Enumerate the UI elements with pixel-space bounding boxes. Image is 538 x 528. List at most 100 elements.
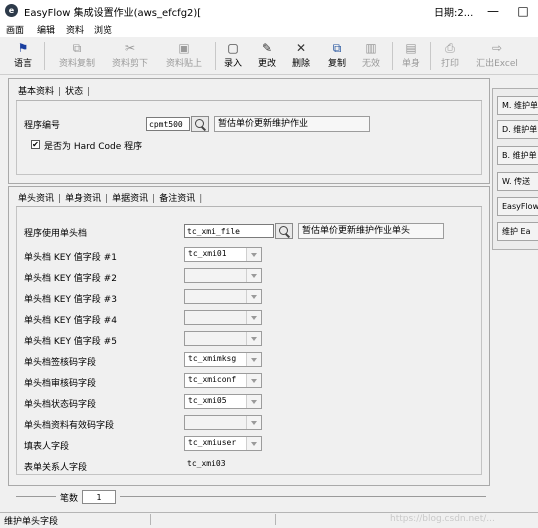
tab-header-info[interactable]: 单头资讯: [18, 191, 54, 204]
footer-divider: [16, 496, 56, 497]
duplicate-icon: ⧉: [332, 41, 342, 55]
footer-divider: [120, 496, 486, 497]
tab-document-info[interactable]: 单据资讯: [112, 191, 148, 204]
toolbar-print-button[interactable]: ⎙ 打印: [437, 40, 463, 72]
status-separator: [275, 514, 276, 525]
menu-bar: 画面 编辑 资料 浏览: [0, 22, 538, 37]
valid-code-label: 单头档资料有效码字段: [24, 421, 115, 431]
chevron-down-icon: [246, 290, 261, 303]
key-field-2-select[interactable]: [184, 268, 262, 283]
menu-item-edit[interactable]: 编辑: [37, 23, 55, 36]
chevron-down-icon: [246, 395, 261, 408]
toolbar-modify-button[interactable]: ✎ 更改: [254, 40, 280, 72]
minimize-button[interactable]: —: [482, 2, 504, 20]
filler-field-select[interactable]: tc_xmiuser: [184, 436, 262, 451]
paste-icon: ▣: [178, 41, 190, 55]
tab-status[interactable]: 状态: [65, 84, 83, 97]
title-bar: e EasyFlow 集成设置作业(aws_efcfg2)[ 日期:2... —…: [0, 0, 538, 23]
hardcode-checkbox[interactable]: ✔: [31, 140, 40, 149]
menu-item-screen[interactable]: 画面: [6, 23, 24, 36]
pencil-icon: ✎: [261, 41, 273, 55]
toolbar-language-button[interactable]: ⚑ 语言: [10, 40, 36, 72]
side-button-maintain-d[interactable]: D. 维护单: [497, 120, 538, 139]
flag-icon: ⚑: [17, 41, 29, 55]
filler-field-label: 填表人字段: [24, 442, 70, 452]
key-field-1-select[interactable]: tc_xmi01: [184, 247, 262, 262]
key-field-3-label: 单头档 KEY 值字段 #3: [24, 295, 117, 305]
maximize-button[interactable]: □: [512, 2, 534, 20]
toolbar-delete-button[interactable]: ✕ 删除: [288, 40, 314, 72]
date-label: 日期:2...: [434, 8, 474, 19]
confirm-code-label: 单头档审核码字段: [24, 379, 97, 389]
status-code-label: 单头档状态码字段: [24, 400, 97, 410]
chevron-down-icon: [246, 353, 261, 366]
key-field-2-label: 单头档 KEY 值字段 #2: [24, 274, 117, 284]
program-id-input[interactable]: [146, 117, 190, 131]
status-text: 维护单头字段: [4, 517, 59, 527]
key-field-4-select[interactable]: [184, 310, 262, 325]
toolbar-cut-data-button[interactable]: ✂ 资料剪下: [106, 40, 154, 72]
valid-code-select[interactable]: [184, 415, 262, 430]
export-excel-icon: ⇨: [491, 41, 503, 55]
toolbar-detail-button[interactable]: ▤ 单身: [398, 40, 424, 72]
toolbar-export-excel-button[interactable]: ⇨ 汇出Excel: [471, 40, 523, 72]
toolbar-paste-data-button[interactable]: ▣ 资料贴上: [160, 40, 208, 72]
program-description: 暂估单价更新维护作业: [214, 116, 370, 132]
toolbar-insert-button[interactable]: ▢ 录入: [220, 40, 246, 72]
chevron-down-icon: [246, 311, 261, 324]
basic-info-frame: [16, 101, 482, 175]
tab-basic-info[interactable]: 基本资料: [18, 84, 54, 97]
tab-body-info[interactable]: 单身资讯: [65, 191, 101, 204]
new-document-icon: ▢: [227, 41, 239, 55]
sign-code-select[interactable]: tc_xmimksg: [184, 352, 262, 367]
record-count-value: 1: [82, 490, 116, 504]
top-tab-bar: 基本资料 | 状态 |: [18, 84, 94, 97]
toolbar-duplicate-button[interactable]: ⧉ 复制: [324, 40, 350, 72]
key-field-1-label: 单头档 KEY 值字段 #1: [24, 253, 117, 263]
side-button-maintain-ea[interactable]: 维护 Ea: [497, 222, 538, 241]
side-button-transfer-w[interactable]: W. 传送: [497, 172, 538, 191]
scissors-icon: ✂: [124, 41, 136, 55]
menu-item-browse[interactable]: 浏览: [94, 23, 112, 36]
header-table-input[interactable]: [184, 224, 274, 238]
app-logo-icon: e: [5, 4, 18, 17]
chevron-down-icon: [246, 332, 261, 345]
header-table-description: 暂估单价更新维护作业单头: [298, 223, 444, 239]
status-code-select[interactable]: tc_xmi05: [184, 394, 262, 409]
side-button-easyflow[interactable]: EasyFlow: [497, 197, 538, 216]
confirm-code-select[interactable]: tc_xmiconf: [184, 373, 262, 388]
hardcode-label: 是否为 Hard Code 程序: [44, 142, 143, 152]
program-id-label: 程序编号: [24, 121, 61, 131]
toolbar-separator: [430, 42, 431, 70]
toolbar: ⚑ 语言 ⧉ 资料复制 ✂ 资料剪下 ▣ 资料贴上 ▢ 录入 ✎ 更改 ✕ 删除…: [0, 38, 538, 75]
side-button-maintain-m[interactable]: M. 维护单: [497, 96, 538, 115]
menu-item-data[interactable]: 资料: [66, 23, 84, 36]
tab-remark-info[interactable]: 备注资讯: [159, 191, 195, 204]
key-field-4-label: 单头档 KEY 值字段 #4: [24, 316, 117, 326]
delete-x-icon: ✕: [295, 41, 307, 55]
key-field-5-select[interactable]: [184, 331, 262, 346]
header-table-search-button[interactable]: [275, 223, 293, 239]
toolbar-invalidate-button[interactable]: ▥ 无效: [358, 40, 384, 72]
chevron-down-icon: [246, 248, 261, 261]
copy-data-icon: ⧉: [72, 41, 82, 55]
printer-icon: ⎙: [445, 41, 455, 55]
detail-icon: ▤: [405, 41, 417, 55]
program-search-button[interactable]: [191, 116, 209, 132]
chevron-down-icon: [246, 374, 261, 387]
chevron-down-icon: [246, 416, 261, 429]
trash-icon: ▥: [365, 41, 377, 55]
window-title: EasyFlow 集成设置作业(aws_efcfg2)[: [24, 8, 202, 19]
key-field-5-label: 单头档 KEY 值字段 #5: [24, 337, 117, 347]
side-button-maintain-b[interactable]: B. 维护单: [497, 146, 538, 165]
chevron-down-icon: [246, 437, 261, 450]
relation-field-value: tc_xmi03: [184, 457, 262, 472]
toolbar-separator: [215, 42, 216, 70]
key-field-3-select[interactable]: [184, 289, 262, 304]
watermark-text: https://blog.csdn.net/...: [390, 514, 495, 524]
toolbar-separator: [44, 42, 45, 70]
header-table-label: 程序使用单头档: [24, 229, 88, 239]
record-count-label: 笔数: [60, 494, 79, 504]
toolbar-copy-data-button[interactable]: ⧉ 资料复制: [54, 40, 100, 72]
status-separator: [150, 514, 151, 525]
